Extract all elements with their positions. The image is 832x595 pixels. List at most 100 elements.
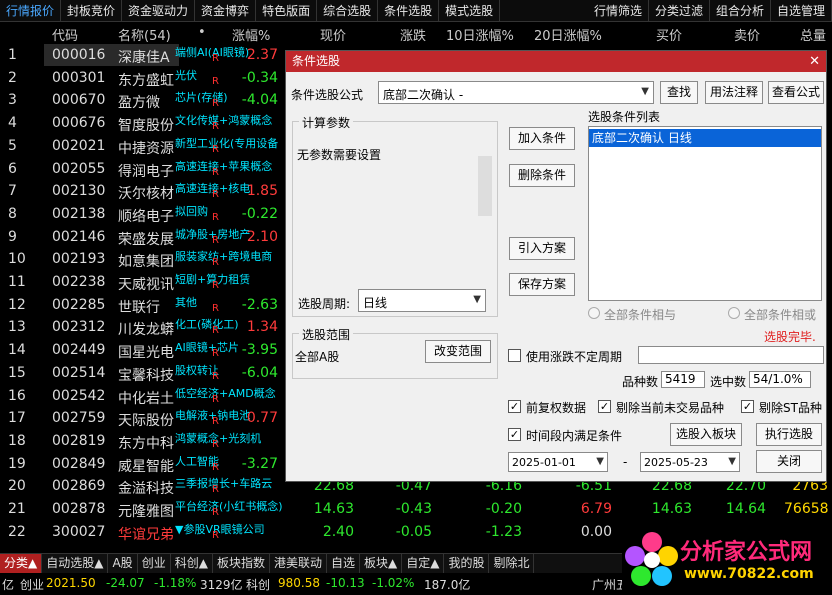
period-select[interactable]: 日线 ▼ <box>358 289 486 312</box>
cell-i: 6 <box>8 160 17 177</box>
run-select-button[interactable]: 执行选股 <box>756 423 822 446</box>
status-done: 选股完毕. <box>764 330 816 344</box>
bottom-tab[interactable]: 自定▲ <box>402 554 445 573</box>
bottom-tab[interactable]: 我的股 <box>444 554 490 573</box>
margin-badge: R <box>212 461 219 473</box>
radio-or-label: 全部条件相或 <box>744 308 817 322</box>
bottom-tab[interactable]: 剔除北 <box>489 554 535 573</box>
cell-tag: 三季报增长+车路云 <box>175 477 273 491</box>
col-change-pct[interactable]: 涨幅% <box>232 25 270 44</box>
margin-badge: R <box>212 280 219 291</box>
delete-condition-button[interactable]: 删除条件 <box>509 164 575 187</box>
cell-zf: -3.27 <box>241 455 278 472</box>
cell-name: 威星智能 <box>118 458 174 475</box>
flower-logo-icon <box>625 532 678 586</box>
col-10d[interactable]: 10日涨幅% <box>446 25 514 44</box>
topnav-tab[interactable]: 行情报价 <box>0 0 62 22</box>
margin-badge: R <box>212 370 219 382</box>
topnav-tab[interactable]: 组合分析 <box>710 0 771 22</box>
topnav-tab[interactable]: 条件选股 <box>378 0 440 22</box>
col-change[interactable]: 涨跌 <box>400 25 426 44</box>
bottom-tab[interactable]: 科创▲ <box>171 554 213 573</box>
scrollbar[interactable] <box>478 156 492 216</box>
cell-code: 002312 <box>52 319 106 336</box>
range-group: 选股范围 全部A股 改变范围 <box>292 326 498 379</box>
condition-list-item[interactable]: 底部二次确认 日线 <box>589 129 821 147</box>
cell-i: 4 <box>8 115 17 132</box>
exclude-st-checkbox[interactable]: ✓ <box>741 400 754 413</box>
date-to-select[interactable]: 2025-05-23 ▼ <box>640 452 740 472</box>
cell-code: 002819 <box>52 432 106 449</box>
col-bid[interactable]: 买价 <box>656 25 682 44</box>
col-dot: • <box>198 25 206 40</box>
cell-zf: -2.63 <box>241 296 278 313</box>
topnav-tab[interactable]: 资金驱动力 <box>122 0 196 22</box>
cell-i: 8 <box>8 205 17 222</box>
cell-code: 002021 <box>52 137 106 154</box>
import-plan-button[interactable]: 引入方案 <box>509 237 575 260</box>
cell-name: 深康佳A <box>118 50 170 66</box>
close-icon[interactable]: ✕ <box>809 51 820 72</box>
bottom-tab[interactable]: 板块指数 <box>213 554 270 573</box>
cell-code: 002514 <box>52 364 106 381</box>
topnav-tab[interactable]: 综合选股 <box>317 0 379 22</box>
topnav-tab[interactable]: 分类过滤 <box>649 0 710 22</box>
cell-i: 1 <box>8 47 17 63</box>
cell-i: 11 <box>8 274 26 290</box>
condition-list[interactable]: 底部二次确认 日线 <box>588 126 822 301</box>
cell-i: 17 <box>8 410 26 427</box>
change-range-button[interactable]: 改变范围 <box>425 340 491 363</box>
table-row[interactable]: 21 002878 元隆雅图 平台经济(小红书概念) 14.63 -0.43 -0.20 6.… <box>0 498 832 521</box>
uncertain-period-checkbox[interactable] <box>508 349 521 362</box>
topnav-tab[interactable]: 封板竞价 <box>61 0 123 22</box>
cell-name: 东方中科 <box>118 435 174 452</box>
bottom-tab[interactable]: 创业 <box>138 554 171 573</box>
date-from-select[interactable]: 2025-01-01 ▼ <box>508 452 608 472</box>
cell-name: 世联行 <box>118 299 160 316</box>
topnav-tab[interactable]: 行情筛选 <box>588 0 649 22</box>
stat-kc-value: 980.58 <box>278 576 320 590</box>
topnav-tab[interactable]: 模式选股 <box>439 0 501 22</box>
bottom-tab[interactable]: 自动选股▲ <box>42 554 109 573</box>
forward-adj-checkbox[interactable]: ✓ <box>508 400 521 413</box>
find-button[interactable]: 查找 <box>660 81 698 104</box>
dialog-titlebar[interactable]: 条件选股 ✕ <box>286 51 826 72</box>
col-20d[interactable]: 20日涨幅% <box>534 25 602 44</box>
topnav-tab[interactable]: 自选管理 <box>771 0 832 22</box>
bottom-tab[interactable]: 分类▲ <box>0 554 43 573</box>
topnav-tab[interactable] <box>500 0 588 22</box>
stat-kc-label: 科创 <box>246 578 271 592</box>
radio-or[interactable] <box>728 307 740 319</box>
cell-i: 7 <box>8 183 17 200</box>
close-button[interactable]: 关闭 <box>756 450 822 473</box>
usage-button[interactable]: 用法注释 <box>705 81 763 104</box>
radio-and[interactable] <box>588 307 600 319</box>
col-volume[interactable]: 总量 <box>800 25 826 44</box>
cell-code: 002759 <box>52 410 106 427</box>
col-ask[interactable]: 卖价 <box>734 25 760 44</box>
formula-select[interactable]: 底部二次确认 - ▼ <box>378 81 654 104</box>
topnav-tab[interactable]: 资金博弈 <box>195 0 257 22</box>
view-formula-button[interactable]: 查看公式 <box>768 81 824 104</box>
stat-kc-change: -10.13 <box>326 576 365 590</box>
col-name[interactable]: 名称(54) <box>118 25 171 44</box>
save-plan-button[interactable]: 保存方案 <box>509 273 575 296</box>
bottom-tab[interactable]: 板块▲ <box>360 554 403 573</box>
exclude-untraded-checkbox[interactable]: ✓ <box>598 400 611 413</box>
topnav-tab[interactable]: 特色版面 <box>256 0 318 22</box>
bottom-tab[interactable]: 自选 <box>327 554 360 573</box>
uncertain-period-input[interactable] <box>638 346 824 364</box>
col-code[interactable]: 代码 <box>52 25 78 44</box>
cell-name: 中化岩土 <box>118 390 174 407</box>
cell-tag: 芯片(存储) <box>175 91 228 105</box>
bottom-tab[interactable]: 港美联动 <box>270 554 327 573</box>
to-block-button[interactable]: 选股入板块 <box>670 423 742 446</box>
time-range-checkbox[interactable]: ✓ <box>508 428 521 441</box>
bottom-tab[interactable]: A股 <box>108 554 138 573</box>
cell-code: 002869 <box>52 478 106 495</box>
col-price[interactable]: 现价 <box>320 25 346 44</box>
cell-xj: 2.40 <box>322 523 354 540</box>
cell-code: 002285 <box>52 296 106 313</box>
add-condition-button[interactable]: 加入条件 <box>509 127 575 150</box>
cell-code: 002849 <box>52 455 106 472</box>
